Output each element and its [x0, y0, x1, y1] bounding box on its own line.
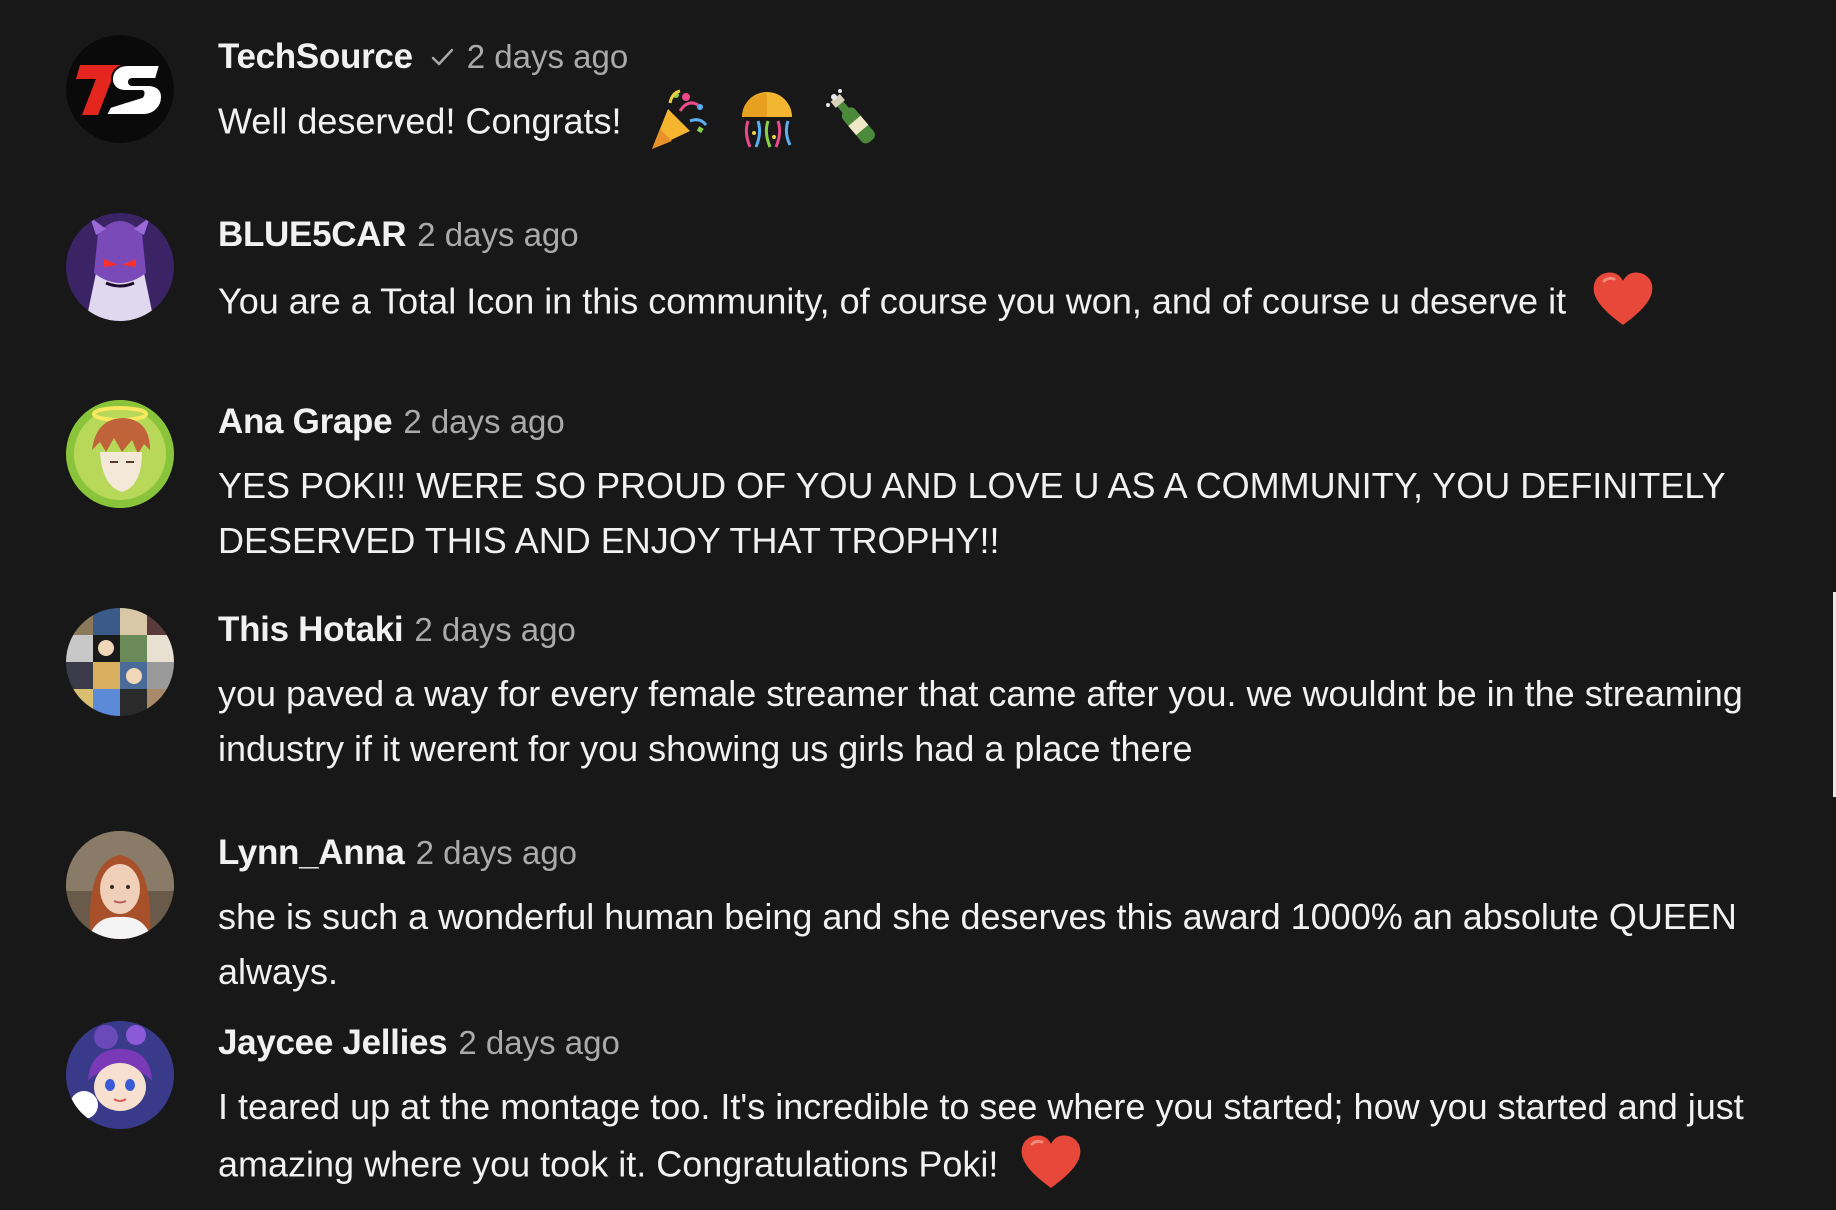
comment-author[interactable]: BLUE5CAR — [218, 213, 406, 257]
avatar[interactable] — [66, 831, 174, 939]
avatar[interactable] — [66, 608, 174, 716]
confetti-ball-icon — [734, 87, 800, 153]
comment-timestamp[interactable]: 2 days ago — [467, 35, 628, 79]
comment-author[interactable]: TechSource — [218, 35, 413, 79]
comment-author[interactable]: Ana Grape — [218, 400, 393, 444]
comment-text: she is such a wonderful human being and … — [218, 896, 1737, 992]
comment-timestamp[interactable]: 2 days ago — [458, 1021, 619, 1065]
comment-timestamp[interactable]: 2 days ago — [403, 400, 564, 444]
cartoon-girl-avatar-icon — [66, 1021, 174, 1129]
comment-timestamp[interactable]: 2 days ago — [417, 213, 578, 257]
avatar[interactable] — [66, 35, 174, 143]
comment-author[interactable]: Lynn_Anna — [218, 831, 405, 875]
avatar[interactable] — [66, 400, 174, 508]
comment-timestamp[interactable]: 2 days ago — [414, 608, 575, 652]
anime-angel-avatar-icon — [66, 400, 174, 508]
avatar[interactable] — [66, 1021, 174, 1129]
comment-text: I teared up at the montage too. It's inc… — [218, 1086, 1744, 1185]
comment-text: Well deserved! Congrats! — [218, 100, 622, 142]
comment-timestamp[interactable]: 2 days ago — [416, 831, 577, 875]
comments-list: TechSource 2 days ago Well deserved! Con… — [0, 0, 1836, 1210]
photo-avatar-icon — [66, 831, 174, 939]
comment-text: you paved a way for every female streame… — [218, 673, 1743, 769]
avatar[interactable] — [66, 213, 174, 321]
collage-avatar-icon — [66, 608, 174, 716]
comment-author[interactable]: This Hotaki — [218, 608, 404, 652]
techsource-logo-icon — [66, 35, 174, 143]
comment-author[interactable]: Jaycee Jellies — [218, 1021, 448, 1065]
party-popper-icon — [646, 87, 712, 153]
verified-check-icon — [427, 42, 457, 72]
comment-text: YES POKI!! WERE SO PROUD OF YOU AND LOVE… — [218, 465, 1726, 561]
comment-text: You are a Total Icon in this community, … — [218, 280, 1567, 322]
red-heart-icon — [1590, 267, 1656, 333]
champagne-bottle-icon — [822, 87, 888, 153]
red-heart-icon — [1018, 1130, 1084, 1196]
purple-character-avatar-icon — [66, 213, 174, 321]
